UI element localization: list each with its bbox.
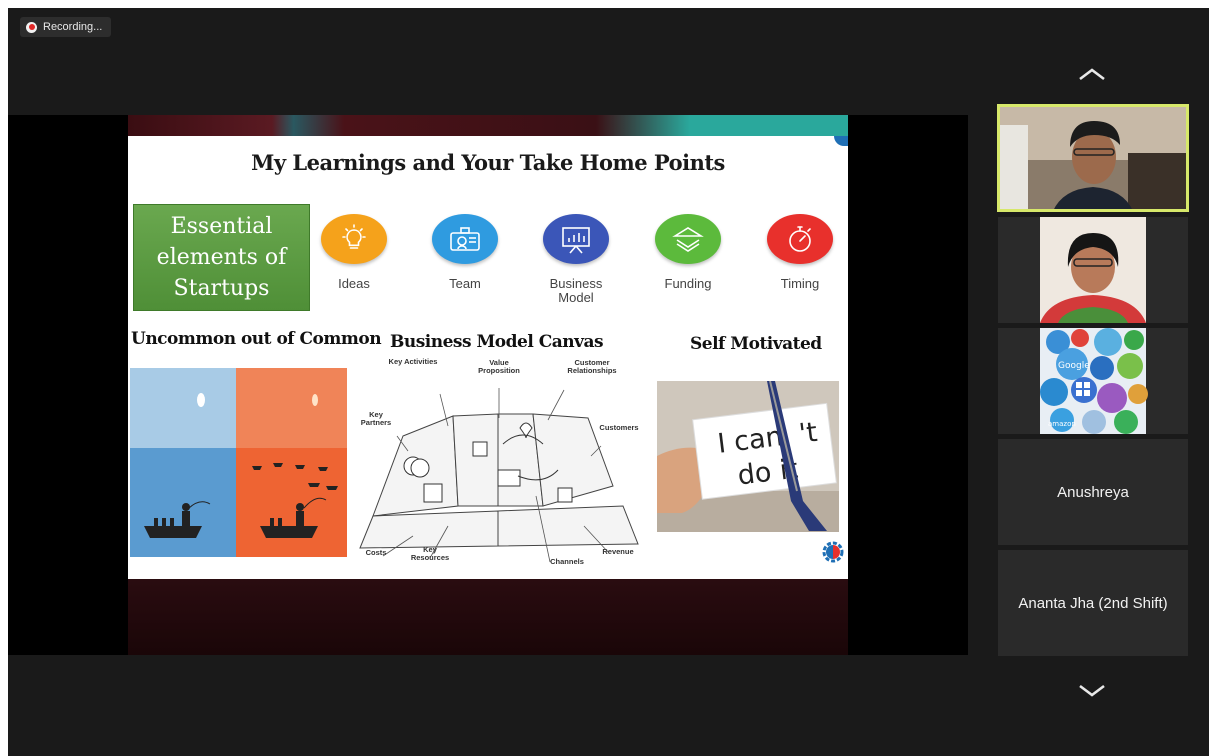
meeting-window: Recording... My Learnings and Your Take …: [8, 8, 1209, 756]
scroll-up-chevron-icon[interactable]: [1077, 66, 1107, 82]
lightbulb-icon: [321, 214, 387, 264]
bmc-label-costs: Costs: [365, 548, 387, 557]
essential-elements-box: Essential elements of Startups: [133, 204, 310, 311]
slide-title: My Learnings and Your Take Home Points: [251, 150, 725, 175]
element-label: Funding: [664, 276, 712, 291]
slide-background-bottom: [128, 579, 848, 655]
svg-text:'t: 't: [797, 417, 819, 450]
participant-tile-ananta-jha[interactable]: Ananta Jha (2nd Shift): [998, 550, 1188, 656]
participant-video: [998, 217, 1188, 323]
element-business-model: Business Model: [536, 214, 616, 305]
participant-tile-2[interactable]: [998, 217, 1188, 323]
participant-name: Ananta Jha (2nd Shift): [1018, 594, 1168, 612]
participant-video: Google amazon: [998, 328, 1188, 434]
bmc-label-revenue: Revenue: [602, 547, 634, 556]
stopwatch-icon: [767, 214, 833, 264]
logo-gear-icon: [822, 541, 844, 563]
presentation-slide: My Learnings and Your Take Home Points E…: [128, 136, 848, 579]
section-heading-motivated: Self Motivated: [690, 334, 822, 354]
element-label: Team: [449, 276, 481, 291]
presentation-icon: [543, 214, 609, 264]
funding-icon: [655, 214, 721, 264]
bmc-label-customers: Customers: [599, 423, 639, 432]
bmc-label-customer-relationships: Customer Relationships: [567, 358, 617, 375]
record-icon: [26, 21, 37, 33]
section-heading-bmc: Business Model Canvas: [390, 332, 604, 352]
svg-text:Google: Google: [1058, 361, 1090, 371]
scroll-down-chevron-icon[interactable]: [1077, 682, 1107, 698]
participant-tile-3[interactable]: Google amazon: [998, 328, 1188, 434]
bmc-label-key-partners: Key Partners: [360, 410, 392, 427]
participant-name: Anushreya: [1057, 483, 1129, 501]
fishing-illustration: [130, 368, 347, 557]
slide-background-top: [128, 115, 848, 136]
element-timing: Timing: [760, 214, 840, 291]
participant-video: [998, 105, 1188, 211]
bmc-label-channels: Channels: [550, 557, 584, 566]
team-icon: [432, 214, 498, 264]
element-ideas: Ideas: [314, 214, 394, 291]
participant-tile-active-speaker[interactable]: [997, 104, 1189, 212]
svg-text:amazon: amazon: [1048, 420, 1076, 428]
bmc-label-value-proposition: Value Proposition: [478, 358, 520, 375]
element-team: Team: [425, 214, 505, 291]
recording-indicator[interactable]: Recording...: [20, 17, 112, 37]
section-heading-uncommon: Uncommon out of Common: [131, 329, 382, 349]
screen-share-view[interactable]: My Learnings and Your Take Home Points E…: [8, 115, 968, 655]
element-label: Ideas: [338, 276, 370, 291]
slide-corner-decoration: [834, 136, 848, 146]
self-motivated-photo: I can do it 't: [657, 381, 839, 532]
element-label: Business Model: [549, 276, 603, 305]
participant-tile-anushreya[interactable]: Anushreya: [998, 439, 1188, 545]
bmc-label-key-resources: Key Resources: [410, 545, 450, 562]
element-label: Timing: [780, 276, 820, 291]
recording-label: Recording...: [43, 21, 103, 33]
element-funding: Funding: [648, 214, 728, 291]
business-model-canvas-illustration: Key Activities Value Proposition Custome…: [358, 356, 642, 570]
bmc-label-key-activities: Key Activities: [388, 357, 438, 366]
